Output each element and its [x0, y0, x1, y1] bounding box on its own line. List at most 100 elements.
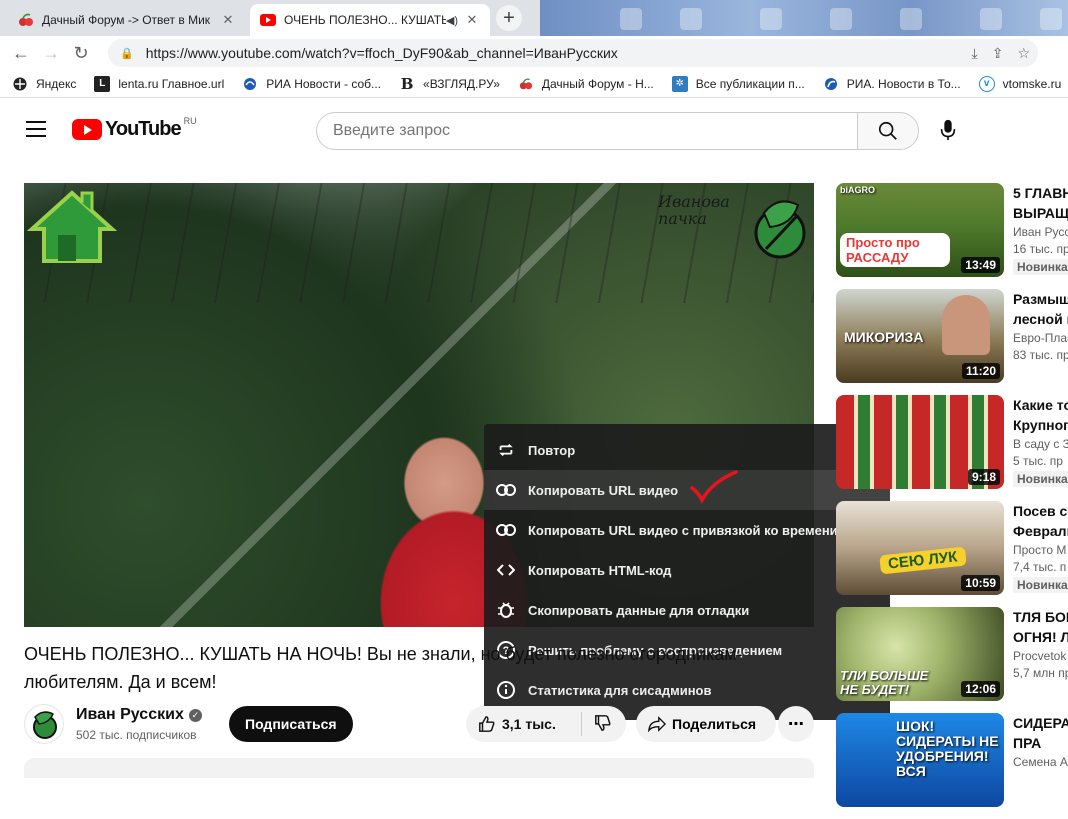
- thumbnail-caption: МИКОРИЗА: [844, 329, 924, 345]
- bookmark-vzglyad[interactable]: B «ВЗГЛЯД.РУ»: [399, 74, 500, 93]
- video-thumbnail[interactable]: ТЛИ БОЛЬШЕ НЕ БУДЕТ! 12:06: [836, 607, 1004, 701]
- reload-icon[interactable]: ↻: [66, 38, 96, 68]
- recommendation-item[interactable]: МИКОРИЗА 11:20 Размышл лесной п Евро-Пла…: [836, 289, 1068, 395]
- video-thumbnail[interactable]: ШОК! СИДЕРАТЫ НЕ УДОБРЕНИЯ! ВСЯ: [836, 713, 1004, 807]
- video-thumbnail[interactable]: СЕЮ ЛУК 10:59: [836, 501, 1004, 595]
- recommendation-title[interactable]: 5 ГЛАВНЫХ ВЫРАЩИВ: [1013, 183, 1068, 223]
- tab-title: ОЧЕНЬ ПОЛЕЗНО... КУШАТЬ: [284, 13, 446, 27]
- new-badge: Новинка: [1013, 259, 1068, 275]
- loop-icon: [496, 440, 516, 460]
- recommendation-item[interactable]: СЕЮ ЛУК 10:59 Посев се Февраль Просто М …: [836, 501, 1068, 607]
- video-title: ОЧЕНЬ ПОЛЕЗНО... КУШАТЬ НА НОЧЬ! Вы не з…: [24, 644, 743, 692]
- cherries-favicon-icon: [18, 12, 34, 28]
- like-button[interactable]: 3,1 тыс.: [466, 712, 582, 736]
- menu-item-copy-url-time[interactable]: Копировать URL видео с привязкой ко врем…: [484, 510, 890, 550]
- recommendation-item[interactable]: ШОК! СИДЕРАТЫ НЕ УДОБРЕНИЯ! ВСЯ СИДЕРАТ …: [836, 713, 1068, 819]
- search-button[interactable]: [857, 112, 919, 150]
- video-owner-row: Иван Русских ✓ 502 тыс. подписчиков Подп…: [24, 704, 814, 744]
- recommendation-title[interactable]: СИДЕРАТ ВСЯ ПРА: [1013, 713, 1068, 753]
- new-badge: Новинка: [1013, 577, 1068, 593]
- recommendation-channel[interactable]: В саду с З: [1013, 435, 1068, 453]
- speaker-icon[interactable]: ◀): [446, 14, 458, 27]
- forward-arrow-icon[interactable]: →: [36, 38, 66, 68]
- thumbnail-caption: ТЛИ БОЛЬШЕ НЕ БУДЕТ!: [840, 668, 929, 697]
- recommendation-channel[interactable]: Семена А: [1013, 753, 1068, 771]
- dislike-button[interactable]: [582, 714, 612, 735]
- tab-close-icon[interactable]: ✕: [464, 12, 480, 28]
- tab-dacha-forum[interactable]: Дачный Форум -> Ответ в Мик ✕: [8, 4, 246, 36]
- like-dislike-bar: 3,1 тыс.: [466, 706, 626, 742]
- browser-toolbar: ← → ↻ 🔒 https://www.youtube.com/watch?v=…: [0, 36, 1068, 70]
- youtube-header: YouTube RU: [0, 98, 1068, 164]
- bookmark-publications[interactable]: ✲ Все публикации п...: [671, 75, 805, 92]
- recommendation-views: 5 тыс. пр: [1013, 454, 1063, 468]
- recommendation-item[interactable]: ТЛИ БОЛЬШЕ НЕ БУДЕТ! 12:06 ТЛЯ БОИ ОГНЯ!…: [836, 607, 1068, 713]
- bookmark-vtomske[interactable]: v vtomske.ru: [978, 75, 1061, 92]
- thumbnail-caption: СЕЮ ЛУК: [879, 546, 967, 575]
- address-bar[interactable]: 🔒 https://www.youtube.com/watch?v=ffoch_…: [108, 39, 1038, 67]
- share-arrow-icon: [648, 716, 666, 732]
- desktop-background: [540, 0, 1068, 36]
- recommendations-list: biAGRO Просто про РАССАДУ 13:49 5 ГЛАВНЫ…: [836, 183, 1068, 819]
- description-box[interactable]: [24, 758, 814, 778]
- bookmarks-bar: Яндекс L lenta.ru Главное.url РИА Новост…: [0, 70, 1068, 98]
- channel-avatar[interactable]: [24, 704, 64, 744]
- recommendation-channel[interactable]: Иван Русс: [1013, 223, 1068, 241]
- recommendation-channel[interactable]: Procvetok: [1013, 647, 1068, 665]
- youtube-logo[interactable]: YouTube RU: [72, 116, 197, 141]
- install-app-icon[interactable]: ⤓: [972, 45, 978, 62]
- new-badge: Новинка: [1013, 471, 1068, 487]
- subscribe-button[interactable]: Подписаться: [229, 706, 353, 742]
- search-input[interactable]: [333, 122, 858, 140]
- menu-item-copy-url[interactable]: Копировать URL видео: [484, 470, 890, 510]
- recommendation-views: 16 тыс. пр: [1013, 242, 1068, 256]
- menu-item-loop[interactable]: Повтор: [484, 430, 890, 470]
- bookmark-ria[interactable]: РИА Новости - соб...: [242, 76, 381, 92]
- bookmark-yandex[interactable]: Яндекс: [12, 76, 76, 92]
- presenter-portrait: [942, 295, 990, 355]
- bookmark-lenta[interactable]: L lenta.ru Главное.url: [94, 75, 224, 92]
- tab-youtube-video[interactable]: ОЧЕНЬ ПОЛЕЗНО... КУШАТЬ ◀) ✕: [250, 4, 490, 36]
- share-page-icon[interactable]: ⇪: [992, 45, 1004, 62]
- lenta-favicon-icon: L: [94, 75, 111, 92]
- recommendation-title[interactable]: Какие то Крупноп: [1013, 395, 1068, 435]
- recommendation-title[interactable]: Размышл лесной п: [1013, 289, 1068, 329]
- vzglyad-favicon-icon: B: [400, 74, 414, 93]
- recommendation-item[interactable]: 9:18 Какие то Крупноп В саду с З 5 тыс. …: [836, 395, 1068, 501]
- video-thumbnail[interactable]: biAGRO Просто про РАССАДУ 13:49: [836, 183, 1004, 277]
- recommendation-title[interactable]: Посев се Февраль: [1013, 501, 1068, 541]
- url-text[interactable]: https://www.youtube.com/watch?v=ffoch_Dy…: [146, 45, 618, 61]
- share-button[interactable]: Поделиться: [636, 706, 776, 742]
- more-actions-icon[interactable]: ⋯: [778, 706, 814, 742]
- thumbs-down-icon: [595, 714, 611, 731]
- embed-code-icon: [496, 560, 516, 580]
- thumbs-up-icon: [479, 716, 495, 732]
- gear-favicon-icon: ✲: [671, 75, 688, 92]
- recommendation-channel[interactable]: Просто М: [1013, 541, 1068, 559]
- bookmark-dacha-forum[interactable]: Дачный Форум - Н...: [518, 76, 654, 92]
- menu-item-copy-embed[interactable]: Копировать HTML-код: [484, 550, 890, 590]
- video-duration: 10:59: [961, 575, 1000, 591]
- tab-close-icon[interactable]: ✕: [220, 12, 236, 28]
- bookmark-star-icon[interactable]: ☆: [1017, 45, 1030, 62]
- search-box[interactable]: [316, 112, 858, 150]
- recommendation-title[interactable]: ТЛЯ БОИ ОГНЯ! Лу: [1013, 607, 1068, 647]
- voice-search-button[interactable]: [936, 118, 960, 142]
- recommendation-item[interactable]: biAGRO Просто про РАССАДУ 13:49 5 ГЛАВНЫ…: [836, 183, 1068, 289]
- recommendation-channel[interactable]: Евро-План: [1013, 329, 1068, 347]
- recommendation-views: 83 тыс. пр: [1013, 348, 1068, 362]
- menu-icon[interactable]: [26, 121, 46, 137]
- channel-name[interactable]: Иван Русских ✓: [76, 706, 202, 724]
- video-thumbnail[interactable]: МИКОРИЗА 11:20: [836, 289, 1004, 383]
- recommendation-views: 7,4 тыс. п: [1013, 560, 1067, 574]
- menu-item-copy-debug[interactable]: Скопировать данные для отладки: [484, 590, 890, 630]
- vtomske-favicon-icon: v: [978, 75, 995, 92]
- lock-icon[interactable]: 🔒: [120, 47, 134, 60]
- video-thumbnail[interactable]: 9:18: [836, 395, 1004, 489]
- video-duration: 13:49: [961, 257, 1000, 273]
- leaf-logo-icon: [754, 200, 806, 259]
- link-icon: [496, 520, 516, 540]
- back-arrow-icon[interactable]: ←: [6, 38, 36, 68]
- new-tab-button[interactable]: +: [496, 5, 522, 31]
- bookmark-ria-tomsk[interactable]: РИА. Новости в То...: [823, 76, 961, 92]
